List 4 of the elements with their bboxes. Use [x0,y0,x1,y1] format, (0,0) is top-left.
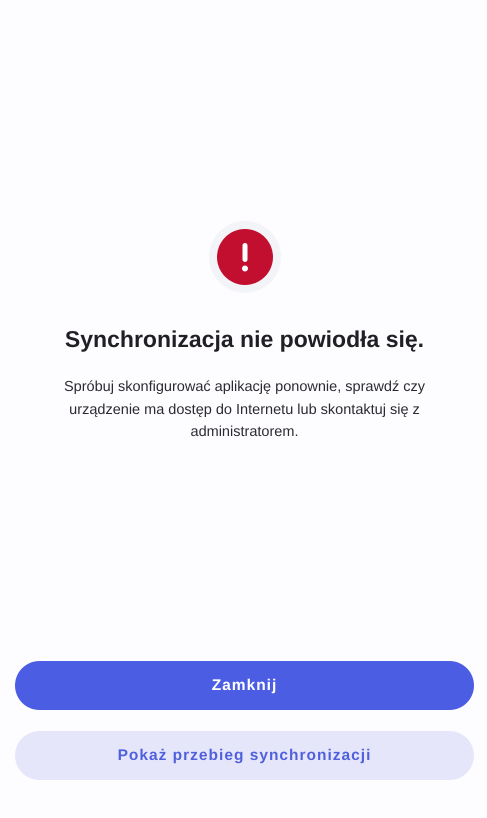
title: Synchronizacja nie powiodła się. [64,326,424,353]
show-log-button[interactable]: Pokaż przebieg synchronizacji [15,731,474,780]
message: Spróbuj skonfigurować aplikację ponownie, sprawdź czy urządzenie ma dostęp do Internetu lub skontaktuj się z administratorem. [62,378,426,442]
close-button[interactable]: Zamknij [15,661,474,710]
